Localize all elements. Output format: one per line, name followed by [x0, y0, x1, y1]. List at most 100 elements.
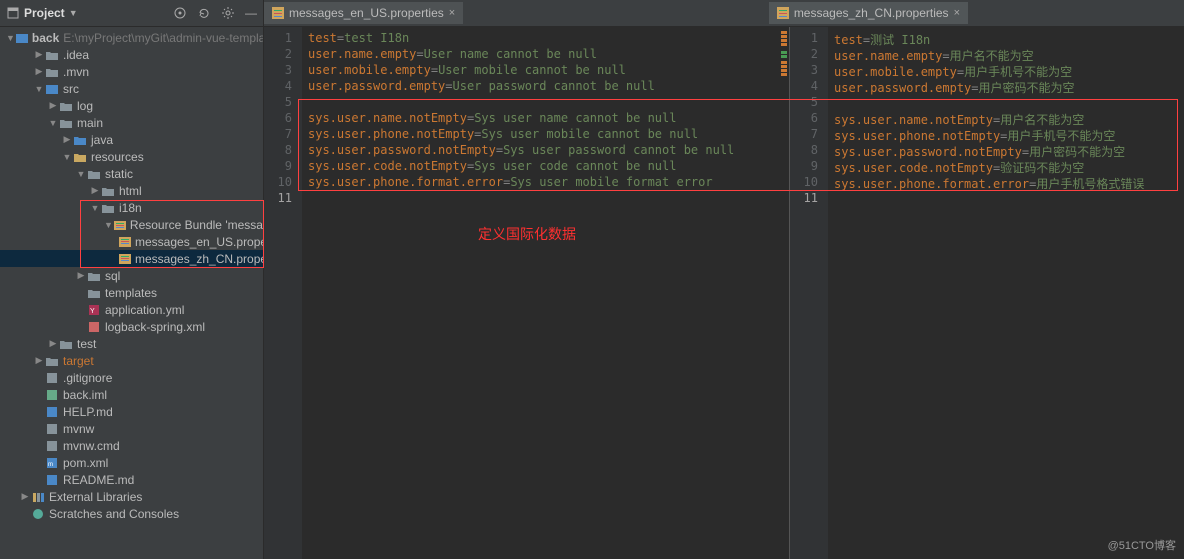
dir-icon — [44, 49, 60, 61]
code-line[interactable]: user.name.empty=用户名不能为空 — [834, 47, 1144, 63]
code-line[interactable]: test=测试 I18n — [834, 31, 1144, 47]
md-icon — [44, 406, 60, 418]
tree-item-mvnw[interactable]: mvnw — [0, 420, 263, 437]
tree-item-resources[interactable]: ▼resources — [0, 148, 263, 165]
tree-item-README-md[interactable]: README.md — [0, 471, 263, 488]
gutter-left: 1234567891011 — [264, 27, 302, 559]
tree-item-application-yml[interactable]: Yapplication.yml — [0, 301, 263, 318]
code-line[interactable] — [308, 191, 734, 207]
gear-icon[interactable] — [221, 6, 235, 20]
svg-text:m: m — [48, 462, 53, 468]
annotation-box-tree — [80, 200, 264, 268]
tree-item-log[interactable]: ▶log — [0, 97, 263, 114]
line-number: 2 — [790, 47, 828, 63]
tree-item-logback-spring-xml[interactable]: logback-spring.xml — [0, 318, 263, 335]
line-number: 4 — [264, 79, 302, 95]
target-icon[interactable] — [173, 6, 187, 20]
props-file-icon — [272, 7, 284, 19]
file-icon — [44, 372, 60, 384]
src-icon — [72, 134, 88, 146]
tree-item-Scratches-and-Consoles[interactable]: Scratches and Consoles — [0, 505, 263, 522]
dropdown-icon[interactable]: ▼ — [69, 8, 78, 18]
tab-label-left: messages_en_US.properties — [289, 6, 444, 20]
project-title-icon — [6, 6, 20, 20]
tab-label-right: messages_zh_CN.properties — [794, 6, 949, 20]
code-line[interactable]: user.password.empty=User password cannot… — [308, 79, 734, 95]
dir-icon — [86, 168, 102, 180]
project-tree[interactable]: ▼backE:\myProject\myGit\admin-vue-templa… — [0, 27, 263, 559]
tree-item-java[interactable]: ▶java — [0, 131, 263, 148]
tree-item-sql[interactable]: ▶sql — [0, 267, 263, 284]
dir-icon — [58, 338, 74, 350]
line-number: 7 — [264, 127, 302, 143]
annotation-box-code — [298, 99, 1178, 191]
line-number: 6 — [264, 111, 302, 127]
mod-icon — [44, 83, 60, 95]
dir-icon — [44, 66, 60, 78]
tree-item--mvn[interactable]: ▶.mvn — [0, 63, 263, 80]
md-icon — [44, 474, 60, 486]
tree-item-main[interactable]: ▼main — [0, 114, 263, 131]
iml-icon — [44, 389, 60, 401]
line-number: 11 — [790, 191, 828, 207]
refresh-icon[interactable] — [197, 6, 211, 20]
tree-item--idea[interactable]: ▶.idea — [0, 46, 263, 63]
code-line[interactable] — [834, 191, 1144, 207]
tree-item-target[interactable]: ▶target — [0, 352, 263, 369]
line-number: 9 — [264, 159, 302, 175]
tree-item--gitignore[interactable]: .gitignore — [0, 369, 263, 386]
tree-item-back-iml[interactable]: back.iml — [0, 386, 263, 403]
svg-text:Y: Y — [90, 308, 95, 315]
tree-item-External-Libraries[interactable]: ▶External Libraries — [0, 488, 263, 505]
line-number: 11 — [264, 191, 302, 207]
dir-icon — [44, 355, 60, 367]
watermark-text: @51CTO博客 — [1108, 537, 1176, 553]
scratch-icon — [30, 508, 46, 520]
close-icon[interactable]: × — [449, 7, 455, 19]
tree-item-mvnw-cmd[interactable]: mvnw.cmd — [0, 437, 263, 454]
dir-icon — [86, 287, 102, 299]
line-number: 3 — [790, 63, 828, 79]
tree-item-test[interactable]: ▶test — [0, 335, 263, 352]
dir-icon — [58, 117, 74, 129]
dir-icon — [100, 185, 116, 197]
lib-icon — [30, 491, 46, 503]
tab-en-us[interactable]: messages_en_US.properties × — [264, 2, 463, 24]
tab-zh-cn[interactable]: messages_zh_CN.properties × — [769, 2, 968, 24]
line-number: 5 — [264, 95, 302, 111]
props-file-icon — [777, 7, 789, 19]
code-line[interactable]: user.mobile.empty=User mobile cannot be … — [308, 63, 734, 79]
line-number: 8 — [264, 143, 302, 159]
tree-root[interactable]: ▼backE:\myProject\myGit\admin-vue-templa… — [0, 29, 263, 46]
project-title[interactable]: Project — [24, 6, 65, 20]
minimize-icon[interactable]: — — [245, 6, 257, 20]
close-icon[interactable]: × — [954, 7, 960, 19]
project-sidebar: Project ▼ — ▼backE:\myProject\myGit\admi… — [0, 0, 264, 559]
line-number: 1 — [264, 31, 302, 47]
tree-item-HELP-md[interactable]: HELP.md — [0, 403, 263, 420]
editor-area: messages_en_US.properties × messages_zh_… — [264, 0, 1184, 559]
line-number: 4 — [790, 79, 828, 95]
line-number: 2 — [264, 47, 302, 63]
tree-item-static[interactable]: ▼static — [0, 165, 263, 182]
line-number: 1 — [790, 31, 828, 47]
code-line[interactable]: user.password.empty=用户密码不能为空 — [834, 79, 1144, 95]
editor-tabs: messages_en_US.properties × messages_zh_… — [264, 0, 1184, 27]
file-icon — [44, 423, 60, 435]
code-line[interactable]: user.mobile.empty=用户手机号不能为空 — [834, 63, 1144, 79]
tree-item-src[interactable]: ▼src — [0, 80, 263, 97]
project-toolbar: Project ▼ — — [0, 0, 263, 27]
res-icon — [72, 151, 88, 163]
code-line[interactable]: user.name.empty=User name cannot be null — [308, 47, 734, 63]
line-number: 3 — [264, 63, 302, 79]
annotation-text: 定义国际化数据 — [478, 224, 576, 244]
tree-item-html[interactable]: ▶html — [0, 182, 263, 199]
dir-icon — [86, 270, 102, 282]
code-line[interactable]: test=test I18n — [308, 31, 734, 47]
tree-item-templates[interactable]: templates — [0, 284, 263, 301]
yml-icon: Y — [86, 304, 102, 316]
xml-icon — [86, 321, 102, 333]
tree-item-pom-xml[interactable]: mpom.xml — [0, 454, 263, 471]
file-icon — [44, 440, 60, 452]
mvn-icon: m — [44, 457, 60, 469]
